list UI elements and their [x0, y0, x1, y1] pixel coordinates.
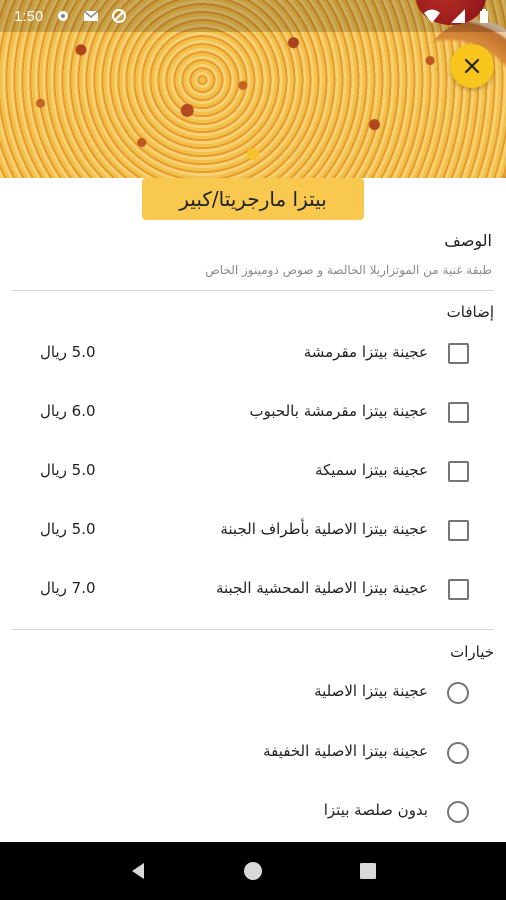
divider [12, 290, 494, 291]
nav-recents-icon [360, 863, 377, 879]
nav-back-button[interactable] [126, 859, 150, 883]
description-heading: الوصف [444, 231, 492, 250]
addon-checkbox[interactable] [448, 343, 469, 364]
signal-icon [451, 9, 465, 23]
addon-checkbox[interactable] [448, 520, 469, 541]
close-button[interactable] [450, 44, 494, 88]
option-label: عجينة بيتزا الاصلية [314, 682, 428, 700]
option-row[interactable]: عجينة بيتزا الاصلية [0, 671, 506, 715]
addon-checkbox[interactable] [448, 402, 469, 423]
addon-row[interactable]: عجينة بيتزا الاصلية المحشية الجبنة 7.0 ر… [0, 568, 506, 612]
option-radio[interactable] [447, 742, 469, 764]
addons-heading: إضافات [446, 303, 494, 321]
addon-price: 7.0 ريال [40, 579, 96, 597]
addon-price: 5.0 ريال [40, 520, 96, 538]
addon-price: 6.0 ريال [40, 402, 96, 420]
addon-row[interactable]: عجينة بيتزا مقرمشة بالحبوب 6.0 ريال [0, 391, 506, 435]
settings-icon [58, 11, 69, 21]
battery-icon [480, 9, 488, 23]
option-row[interactable]: بدون صلصة بيتزا [0, 790, 506, 834]
addon-label: عجينة بيتزا سميكة [314, 461, 428, 479]
option-label: عجينة بيتزا الاصلية الخفيفة [263, 742, 428, 760]
data-saver-icon [112, 9, 127, 23]
addon-price: 5.0 ريال [40, 461, 96, 479]
option-label: بدون صلصة بيتزا [323, 801, 428, 819]
nav-home-button[interactable] [241, 859, 265, 883]
description-text: طبقة غنية من الموتزاريلا الخالصة و صوص د… [205, 263, 492, 277]
wifi-icon [424, 9, 440, 23]
pizza-crust-decoration [406, 20, 506, 178]
product-title: بيتزا مارجريتا/كبير [142, 178, 364, 220]
carousel-indicator[interactable] [247, 148, 259, 160]
addon-label: عجينة بيتزا مقرمشة بالحبوب [249, 402, 428, 420]
addon-label: عجينة بيتزا مقرمشة [303, 343, 428, 361]
nav-recents-button[interactable] [356, 859, 380, 883]
option-radio[interactable] [447, 801, 469, 823]
divider [12, 629, 494, 630]
addon-row[interactable]: عجينة بيتزا سميكة 5.0 ريال [0, 450, 506, 494]
gmail-icon [83, 10, 99, 21]
addon-row[interactable]: عجينة بيتزا مقرمشة 5.0 ريال [0, 332, 506, 376]
options-heading: خيارات [450, 643, 494, 661]
addon-label: عجينة بيتزا الاصلية المحشية الجبنة [215, 579, 428, 597]
addon-row[interactable]: عجينة بيتزا الاصلية بأطراف الجبنة 5.0 ري… [0, 509, 506, 553]
status-bar: 1:50 [0, 0, 506, 32]
option-row[interactable]: عجينة بيتزا الاصلية الخفيفة [0, 731, 506, 775]
addon-checkbox[interactable] [448, 579, 469, 600]
addon-label: عجينة بيتزا الاصلية بأطراف الجبنة [220, 520, 428, 538]
close-icon [464, 58, 480, 74]
system-nav-bar [0, 842, 506, 900]
addon-price: 5.0 ريال [40, 343, 96, 361]
status-time: 1:50 [14, 7, 44, 25]
nav-back-icon [131, 863, 144, 879]
option-radio[interactable] [447, 682, 469, 704]
nav-home-icon [243, 862, 262, 880]
addon-checkbox[interactable] [448, 461, 469, 482]
